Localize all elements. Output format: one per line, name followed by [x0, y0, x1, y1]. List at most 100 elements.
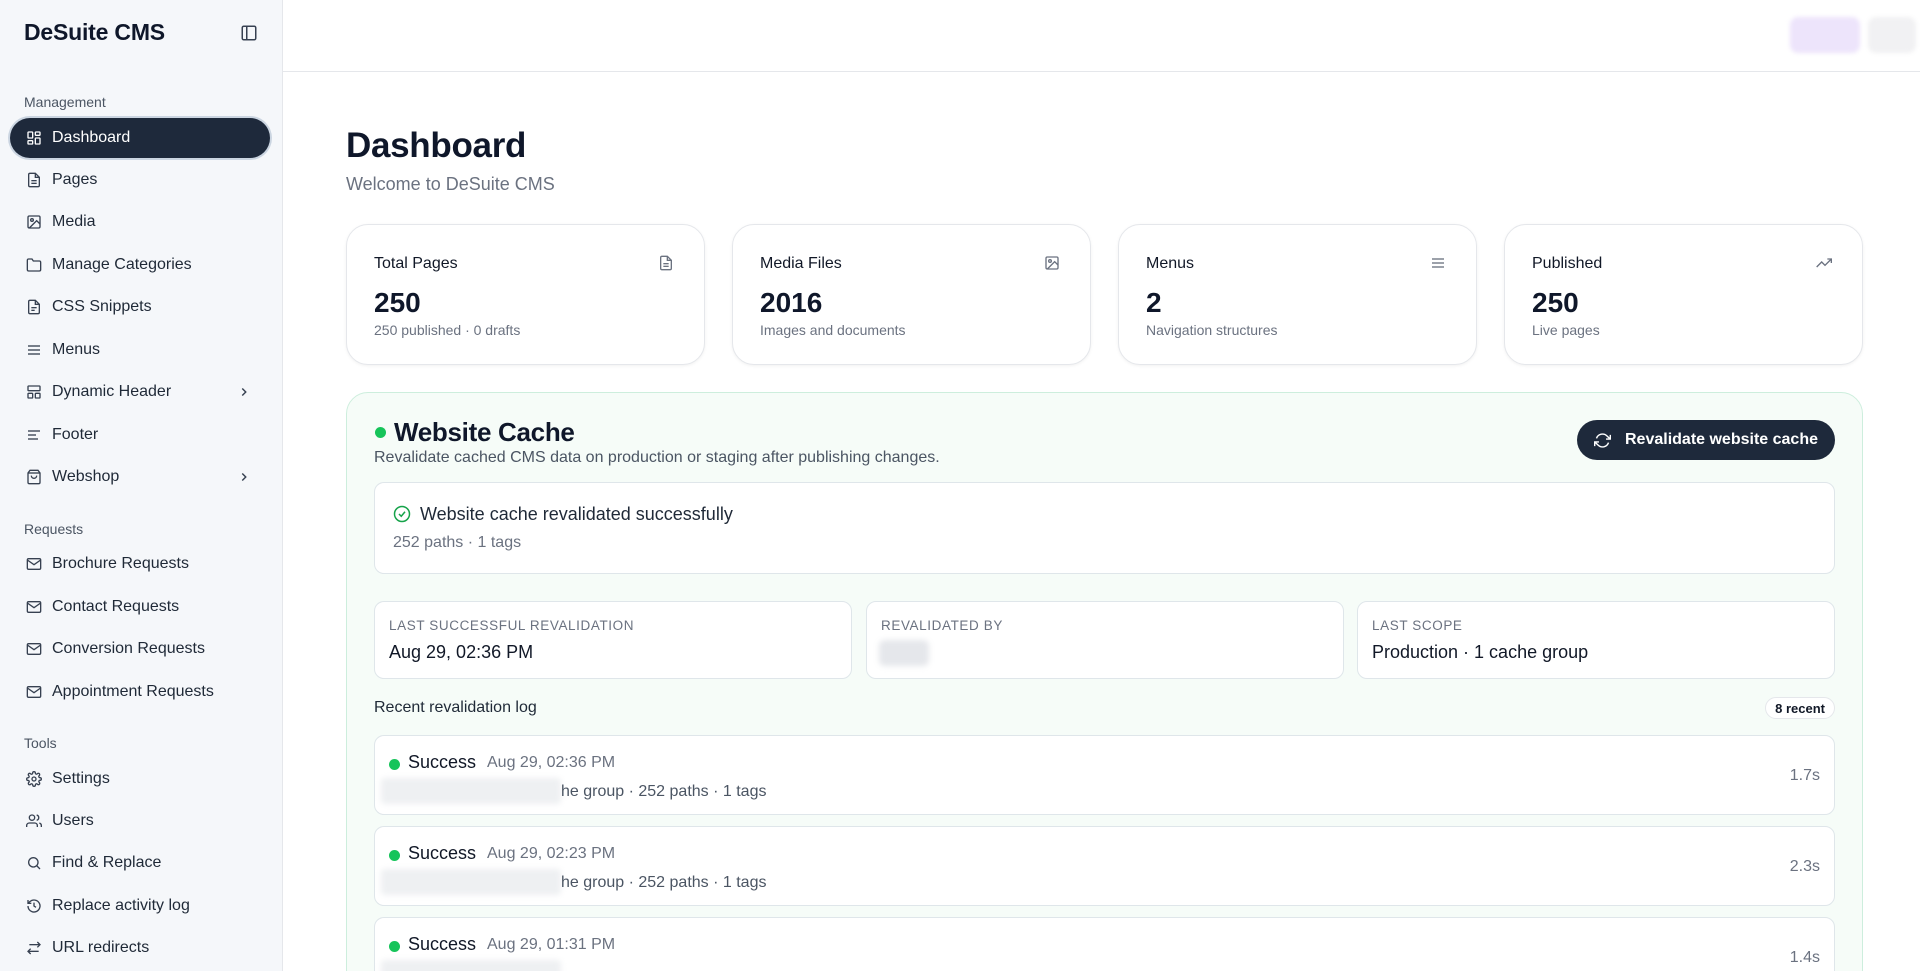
dashboard-icon — [25, 129, 43, 147]
mail-icon — [25, 683, 43, 701]
sidebar-item-media[interactable]: Media — [10, 202, 270, 242]
folder-icon — [25, 256, 43, 274]
gear-icon — [25, 770, 43, 788]
sidebar-item-label: Menus — [52, 341, 101, 358]
status-dot — [389, 759, 400, 770]
stat-label: Menus — [1146, 255, 1195, 272]
chevron-right-icon — [236, 384, 252, 400]
sidebar-item-label: Manage Categories — [52, 256, 192, 273]
stat-value: 250 — [1532, 287, 1579, 318]
log-time: Aug 29, 02:23 PM — [487, 845, 616, 862]
sidebar-item-manage-categories[interactable]: Manage Categories — [10, 245, 270, 285]
cache-title: Website Cache — [394, 417, 575, 447]
log-status: Success — [408, 752, 477, 772]
page-subtitle: Welcome to DeSuite CMS — [346, 174, 555, 194]
align-left-icon — [25, 426, 43, 444]
stat-label: Media Files — [760, 255, 842, 272]
refresh-icon — [1594, 432, 1611, 449]
sidebar-item-replace-activity-log[interactable]: Replace activity log — [10, 886, 270, 926]
website-cache-panel: Website Cache Revalidate cached CMS data… — [346, 392, 1863, 971]
sidebar-item-webshop[interactable]: Webshop — [10, 457, 270, 497]
info-value: Production · 1 cache group — [1372, 642, 1589, 662]
log-count-badge: 8 recent — [1765, 697, 1835, 719]
sidebar-item-label: CSS Snippets — [52, 298, 152, 315]
sidebar-item-users[interactable]: Users — [10, 801, 270, 841]
sidebar-item-appointment-requests[interactable]: Appointment Requests — [10, 672, 270, 712]
log-detail: he group · 252 paths · 1 tags — [561, 874, 767, 891]
sidebar-item-settings[interactable]: Settings — [10, 759, 270, 799]
sidebar-item-label: Find & Replace — [52, 854, 162, 871]
sidebar-item-label: Conversion Requests — [52, 640, 205, 657]
revalidate-cache-button[interactable]: Revalidate website cache — [1577, 420, 1835, 460]
sidebar-item-find-replace[interactable]: Find & Replace — [10, 843, 270, 883]
sidebar-item-label: Users — [52, 812, 94, 829]
sidebar-item-label: Dashboard — [52, 129, 131, 146]
stat-description: 250 published · 0 drafts — [374, 322, 521, 338]
stat-card-published: Published 250 Live pages — [1504, 224, 1863, 365]
section-label-tools: Tools — [24, 735, 57, 751]
sidebar-item-label: Footer — [52, 426, 99, 443]
sidebar-item-url-redirects[interactable]: URL redirects — [10, 928, 270, 968]
cache-status-dot — [375, 427, 386, 438]
status-dot — [389, 941, 400, 952]
log-row: Success Aug 29, 01:31 PM 1.4s — [374, 917, 1835, 971]
topbar — [283, 0, 1920, 72]
log-time: Aug 29, 02:36 PM — [487, 754, 616, 771]
image-icon — [25, 213, 43, 231]
redacted-log-scope — [381, 778, 561, 804]
sidebar-item-contact-requests[interactable]: Contact Requests — [10, 587, 270, 627]
stat-description: Live pages — [1532, 322, 1600, 338]
sidebar-item-pages[interactable]: Pages — [10, 160, 270, 200]
sidebar-item-footer[interactable]: Footer — [10, 415, 270, 455]
log-time: Aug 29, 01:31 PM — [487, 936, 616, 953]
stat-value: 250 — [374, 287, 421, 318]
stat-description: Images and documents — [760, 322, 906, 338]
sidebar-toggle-icon — [241, 25, 257, 41]
brand-title: DeSuite CMS — [24, 19, 165, 45]
info-card-last-revalidation: LAST SUCCESSFUL REVALIDATION Aug 29, 02:… — [374, 601, 852, 679]
success-alert: Website cache revalidated successfully 2… — [374, 482, 1835, 574]
stat-label: Total Pages — [374, 255, 458, 272]
cache-subtitle: Revalidate cached CMS data on production… — [374, 449, 940, 466]
user-menu-button[interactable] — [1790, 17, 1860, 53]
log-duration: 2.3s — [1789, 858, 1820, 875]
stat-card-total-pages: Total Pages 250 250 published · 0 drafts — [346, 224, 705, 365]
status-dot — [389, 850, 400, 861]
log-status: Success — [408, 934, 477, 954]
sidebar-item-label: Contact Requests — [52, 598, 180, 615]
stat-card-menus: Menus 2 Navigation structures — [1118, 224, 1477, 365]
info-value: Aug 29, 02:36 PM — [389, 642, 534, 662]
sidebar-item-label: Media — [52, 213, 96, 230]
file-text-icon — [658, 255, 676, 273]
sidebar-item-label: URL redirects — [52, 939, 150, 956]
shopping-bag-icon — [25, 468, 43, 486]
log-status: Success — [408, 843, 477, 863]
history-icon — [25, 897, 43, 915]
sidebar-item-label: Replace activity log — [52, 897, 190, 914]
sidebar-item-dashboard[interactable]: Dashboard — [10, 118, 270, 158]
sidebar-item-menus[interactable]: Menus — [10, 330, 270, 370]
log-detail: he group · 252 paths · 1 tags — [561, 783, 767, 800]
users-icon — [25, 812, 43, 830]
stat-value: 2016 — [760, 287, 823, 318]
info-label: REVALIDATED BY — [881, 618, 1003, 633]
success-message: Website cache revalidated successfully — [420, 504, 733, 524]
sidebar-item-css-snippets[interactable]: CSS Snippets — [10, 287, 270, 327]
layout-icon — [25, 383, 43, 401]
avatar[interactable] — [1868, 17, 1916, 53]
log-duration: 1.4s — [1789, 949, 1820, 966]
sidebar-item-dynamic-header[interactable]: Dynamic Header — [10, 372, 270, 412]
sidebar-item-brochure-requests[interactable]: Brochure Requests — [10, 544, 270, 584]
log-duration: 1.7s — [1789, 767, 1820, 784]
sidebar-toggle-button[interactable] — [238, 22, 260, 44]
stat-card-media-files: Media Files 2016 Images and documents — [732, 224, 1091, 365]
success-meta: 252 paths · 1 tags — [393, 534, 522, 551]
redacted-log-scope — [381, 960, 561, 971]
stat-description: Navigation structures — [1146, 322, 1278, 338]
sidebar-item-conversion-requests[interactable]: Conversion Requests — [10, 629, 270, 669]
info-card-last-scope: LAST SCOPE Production · 1 cache group — [1357, 601, 1835, 679]
log-title: Recent revalidation log — [374, 699, 537, 716]
sidebar-item-label: Webshop — [52, 468, 120, 485]
stat-value: 2 — [1146, 287, 1162, 318]
sidebar-item-label: Brochure Requests — [52, 555, 189, 572]
